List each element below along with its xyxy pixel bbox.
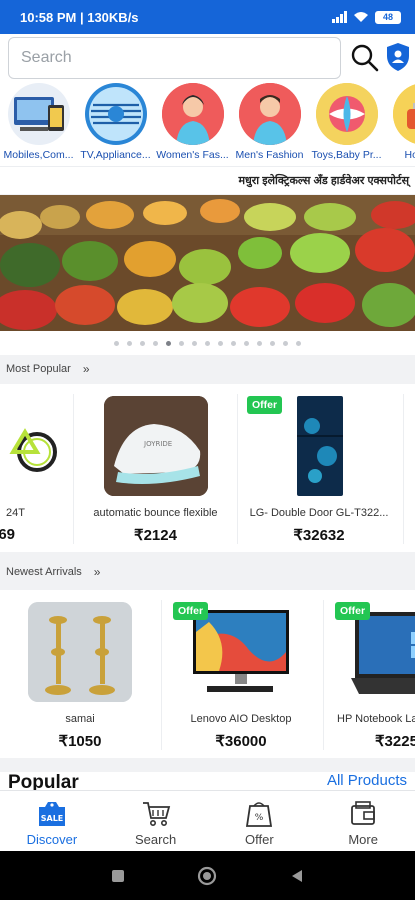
carousel-dots[interactable] — [0, 331, 415, 355]
product-price: ₹2124 — [134, 527, 177, 544]
category-toys-image — [315, 83, 378, 145]
double-chevron-right-icon: » — [93, 565, 101, 579]
search-placeholder: Search — [21, 49, 72, 66]
promo-banner[interactable] — [0, 195, 415, 331]
search-input[interactable]: Search — [8, 37, 341, 79]
product-card[interactable]: Offer HP Notebook La ₹3225 — [325, 590, 415, 758]
product-image — [0, 396, 57, 496]
section-title: Most Popular — [6, 363, 71, 375]
status-bar: 10:58 PM | 130KB/s 48 — [0, 0, 415, 34]
product-name: HP Notebook La — [337, 713, 415, 725]
bottom-nav: SALE Discover Search % Offer More — [0, 790, 415, 851]
product-card[interactable]: Offer Lenovo AIO Desktop ₹36000 — [163, 590, 319, 758]
nav-label: More — [348, 832, 378, 847]
category-label: Women's Fas... — [156, 149, 229, 161]
nav-offer[interactable]: % Offer — [208, 791, 312, 851]
double-chevron-right-icon: » — [82, 362, 90, 376]
category-men-image — [238, 83, 301, 145]
wifi-icon — [354, 12, 368, 22]
svg-text:%: % — [255, 813, 264, 823]
nav-label: Offer — [245, 832, 274, 847]
cart-icon — [142, 802, 170, 826]
category-toys-baby[interactable]: Toys,Baby Pr... — [308, 80, 385, 166]
battery-level: 48 — [382, 12, 393, 22]
product-card[interactable]: Offer LG- Double Door GL-T322... ₹32632 — [240, 384, 398, 552]
nav-discover[interactable]: SALE Discover — [0, 791, 104, 851]
search-row: Search — [0, 34, 415, 80]
product-card[interactable]: JOYRIDE automatic bounce flexible ₹2124 — [78, 384, 233, 552]
product-name: automatic bounce flexible — [93, 507, 218, 519]
svg-text:JOYRIDE: JOYRIDE — [143, 440, 172, 448]
offer-badge: Offer — [335, 602, 371, 620]
category-tv-appliances[interactable]: TV,Appliance... — [77, 80, 154, 166]
sale-tag-icon: SALE — [38, 802, 65, 826]
product-price: ₹1050 — [58, 733, 102, 750]
most-popular-strip: 24T 69 JOYRIDE automatic bounce flexible… — [0, 384, 415, 552]
category-label: Men's Fashion — [235, 149, 304, 161]
sale-badge-text: SALE — [41, 814, 64, 823]
marquee-text: मधुरा इलेक्ट्रिकल्स अँड हार्डवेअर एक्सपो… — [0, 166, 415, 194]
product-price: 69 — [0, 526, 15, 543]
recent-apps-icon[interactable] — [111, 869, 125, 883]
category-label: Toys,Baby Pr... — [311, 149, 382, 161]
category-strip: Mobiles,Com... TV,Appliance... Women's F… — [0, 80, 415, 166]
newest-arrivals-strip: samai ₹1050 Offer Lenovo AIO Desktop ₹36… — [0, 590, 415, 758]
status-time: 10:58 PM | 130KB/s — [20, 9, 139, 25]
product-name: samai — [65, 713, 95, 725]
home-icon[interactable] — [197, 866, 217, 886]
system-nav-bar — [0, 851, 415, 900]
product-card[interactable]: samai ₹1050 — [0, 590, 160, 758]
product-image: JOYRIDE — [103, 396, 208, 496]
category-home-image — [392, 83, 415, 145]
nav-search[interactable]: Search — [104, 791, 208, 851]
product-name: Lenovo AIO Desktop — [190, 713, 292, 725]
section-title: Newest Arrivals — [6, 566, 82, 578]
discount-bag-icon: % — [246, 802, 273, 827]
battery-icon: 48 — [375, 10, 401, 24]
product-name: LG- Double Door GL-T322... — [249, 507, 389, 519]
nav-label: Search — [135, 832, 177, 847]
product-price: ₹3225 — [375, 733, 415, 750]
nav-more[interactable]: More — [311, 791, 415, 851]
category-mobiles-image — [7, 83, 70, 145]
wallet-more-icon — [351, 801, 376, 825]
category-label: Mobiles,Com... — [3, 149, 74, 161]
category-label: Home,K — [404, 149, 415, 161]
category-home-kitchen[interactable]: Home,K — [385, 80, 415, 166]
banner-image — [0, 195, 415, 331]
product-image — [28, 602, 132, 702]
signal-icon — [332, 11, 347, 23]
product-price: ₹36000 — [215, 733, 267, 750]
search-icon[interactable] — [350, 43, 380, 73]
category-mens-fashion[interactable]: Men's Fashion — [231, 80, 308, 166]
product-image — [267, 396, 371, 496]
category-label: TV,Appliance... — [80, 149, 151, 161]
category-mobiles[interactable]: Mobiles,Com... — [0, 80, 77, 166]
category-tv-image — [84, 83, 147, 145]
shield-user-icon[interactable] — [386, 42, 410, 72]
most-popular-header[interactable]: Most Popular » — [0, 355, 415, 383]
back-icon[interactable] — [289, 868, 305, 884]
product-price: ₹32632 — [293, 527, 345, 544]
product-name: 24T — [6, 507, 25, 519]
category-women-image — [161, 83, 224, 145]
offer-badge: Offer — [173, 602, 209, 620]
product-card[interactable]: 24T 69 — [0, 384, 70, 552]
offer-badge: Offer — [247, 396, 283, 414]
category-womens-fashion[interactable]: Women's Fas... — [154, 80, 231, 166]
newest-arrivals-header[interactable]: Newest Arrivals » — [0, 558, 415, 586]
nav-label: Discover — [26, 832, 78, 847]
